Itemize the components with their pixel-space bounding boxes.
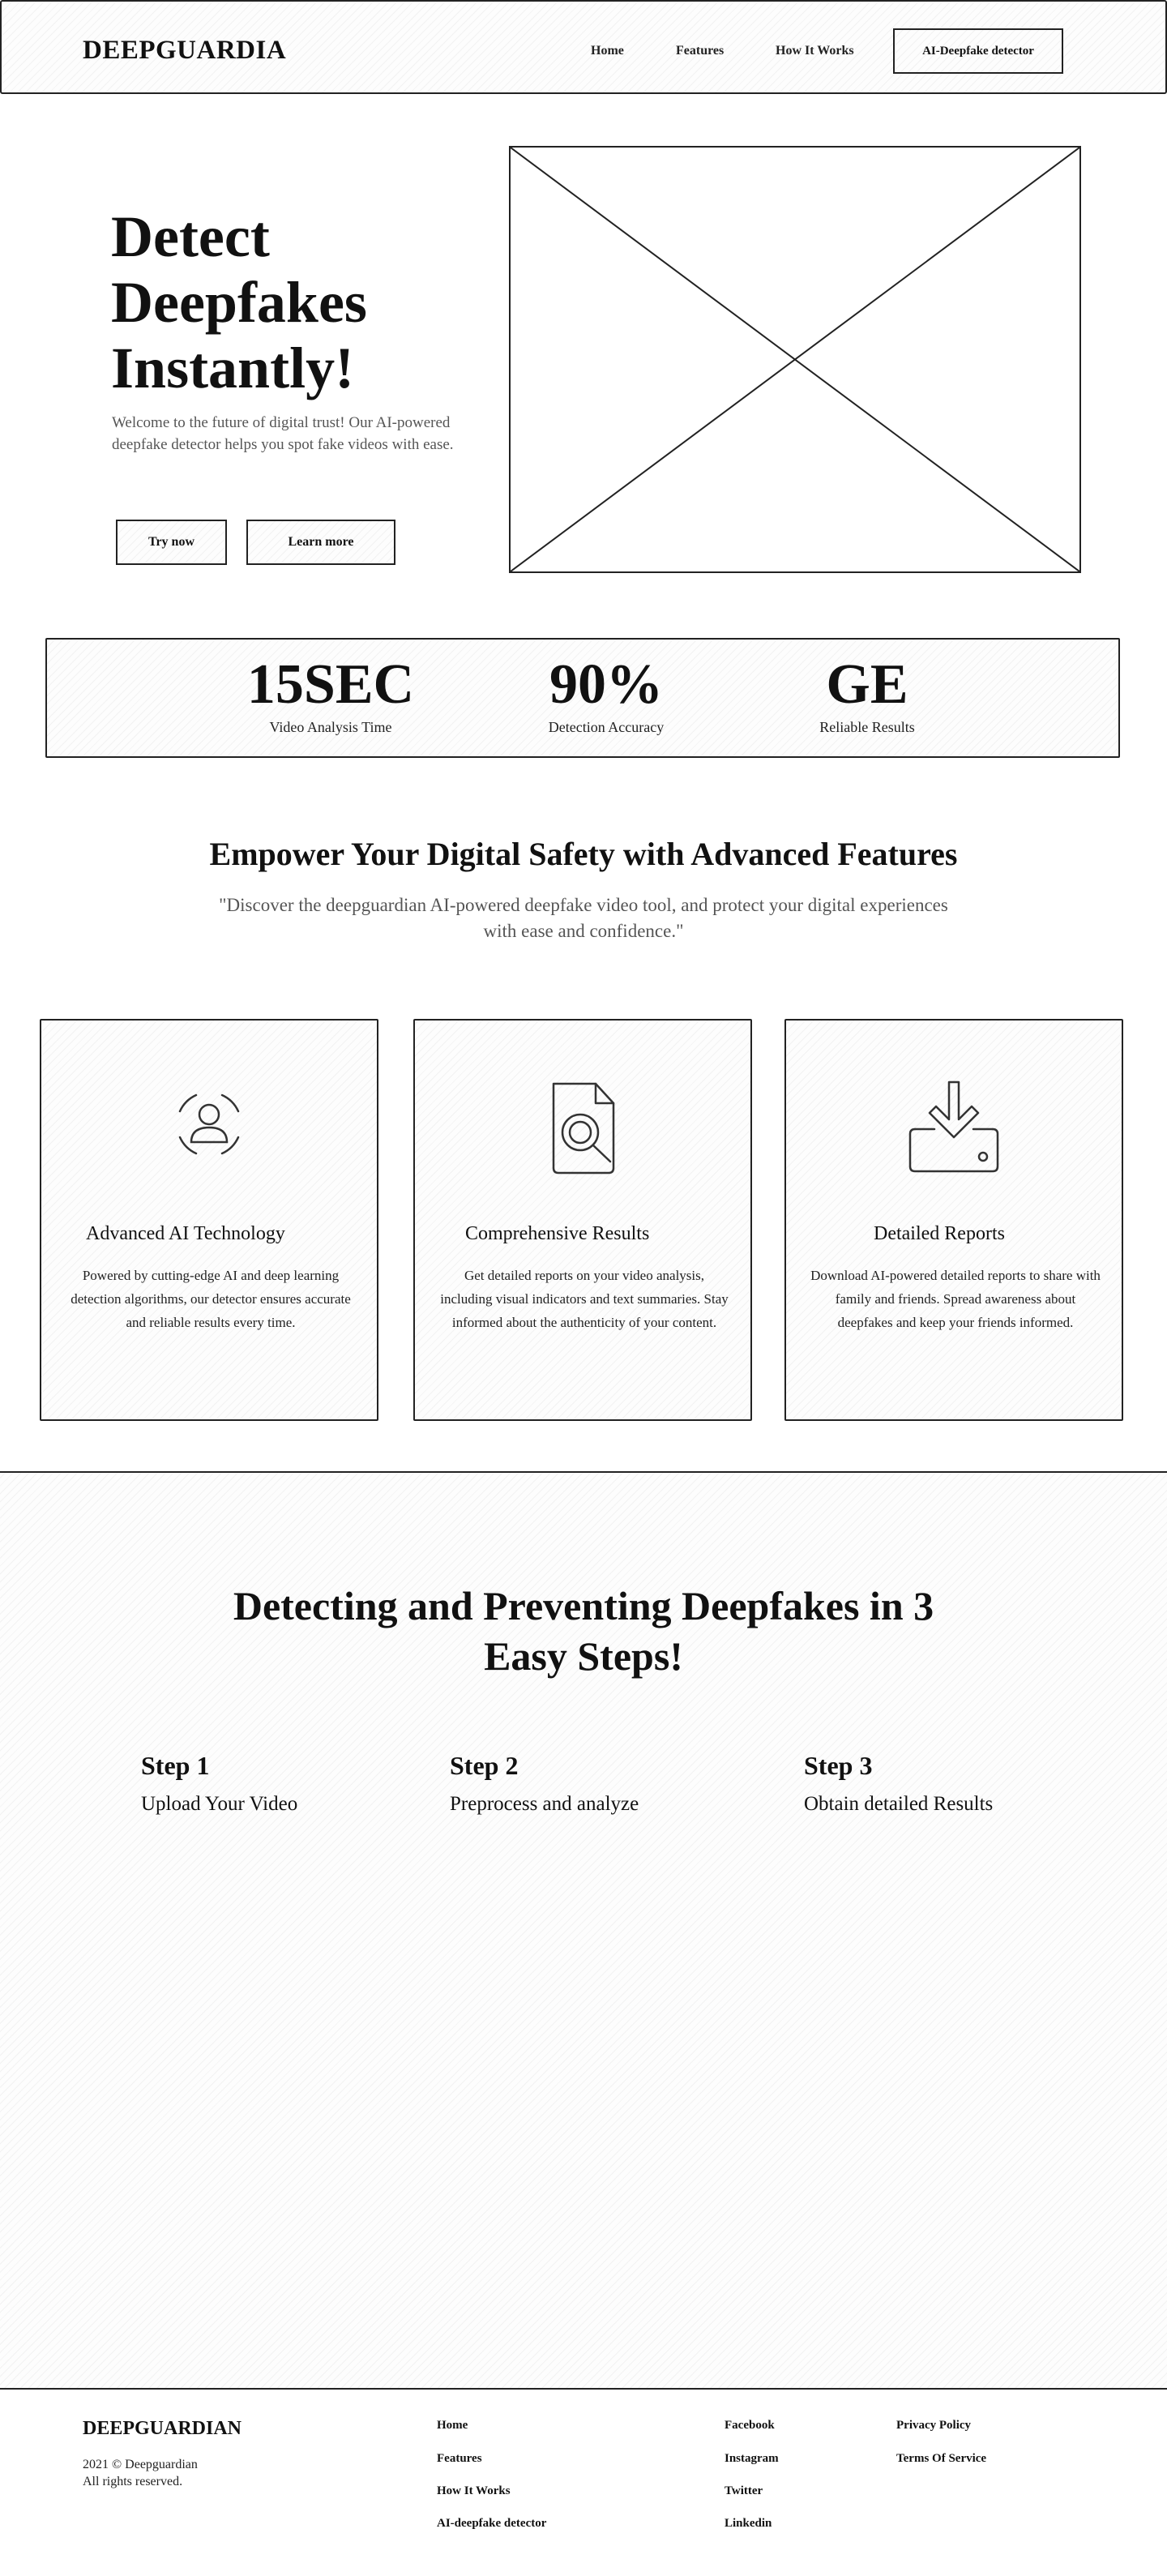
step-3-text: Obtain detailed Results: [804, 1793, 994, 1815]
copyright-line: 2021 © Deepguardian: [83, 2458, 198, 2471]
footer-logo[interactable]: DEEPGUARDIAN: [83, 2418, 242, 2440]
step-1-label: Step 1: [141, 1751, 210, 1780]
feature-card-text: Powered by cutting-edge AI and deep lear…: [71, 1268, 351, 1330]
footer-link-privacy-policy[interactable]: Privacy Policy: [896, 2419, 971, 2433]
hero-title: Detect Deepfakes Instantly!: [111, 204, 367, 400]
features-title: Empower Your Digital Safety with Advance…: [209, 836, 958, 872]
feature-card-comprehensive-results: Comprehensive Results Get detailed repor…: [413, 1019, 752, 1421]
step-2-text: Preprocess and analyze: [450, 1793, 639, 1815]
stat-label: Reliable Results: [819, 719, 915, 735]
nav-link-features[interactable]: Features: [676, 44, 724, 58]
download-icon: [908, 1080, 999, 1173]
stat-reliable-results: GE Reliable Results: [746, 654, 989, 736]
footer-link-how-it-works[interactable]: How It Works: [437, 2484, 511, 2498]
step-3-label: Step 3: [804, 1751, 873, 1780]
footer-link-instagram[interactable]: Instagram: [725, 2452, 779, 2466]
feature-card-title: Detailed Reports: [874, 1223, 1005, 1244]
footer-link-facebook[interactable]: Facebook: [725, 2419, 775, 2433]
footer-link-features[interactable]: Features: [437, 2452, 482, 2466]
step-2-label: Step 2: [450, 1751, 519, 1780]
top-navbar: DEEPGUARDIA Home Features How It Works A…: [0, 0, 1167, 94]
feature-card-text: Download AI-powered detailed reports to …: [810, 1268, 1101, 1330]
stat-label: Detection Accuracy: [548, 719, 665, 735]
feature-card-title: Comprehensive Results: [465, 1223, 650, 1244]
hero-image-placeholder: [509, 146, 1081, 573]
steps-title: Detecting and Preventing Deepfakes in 3 …: [233, 1583, 934, 1679]
ai-user-scan-icon: [178, 1093, 240, 1155]
footer-link-detector[interactable]: AI-deepfake detector: [437, 2517, 546, 2531]
footer-link-terms-of-service[interactable]: Terms Of Service: [896, 2452, 986, 2466]
logo[interactable]: DEEPGUARDIA: [83, 36, 286, 66]
feature-card-ai-technology: Advanced AI Technology Powered by cuttin…: [40, 1019, 378, 1421]
nav-detector-button[interactable]: AI-Deepfake detector: [893, 28, 1063, 74]
hero-description: Welcome to the future of digital trust! …: [112, 414, 454, 453]
feature-card-detailed-reports: Detailed Reports Download AI-powered det…: [784, 1019, 1123, 1421]
stat-value: GE: [826, 653, 908, 716]
stats-banner: 15SEC Video Analysis Time 90% Detection …: [45, 638, 1120, 758]
stat-detection-accuracy: 90% Detection Accuracy: [485, 654, 728, 736]
stat-value: 15SEC: [246, 653, 415, 716]
document-search-icon: [552, 1082, 615, 1175]
feature-card-text: Get detailed reports on your video analy…: [440, 1268, 729, 1330]
image-placeholder-icon: [511, 148, 1079, 571]
learn-more-button[interactable]: Learn more: [246, 520, 395, 565]
try-now-button[interactable]: Try now: [116, 520, 227, 565]
footer-link-twitter[interactable]: Twitter: [725, 2484, 763, 2498]
footer-copyright: 2021 © Deepguardian All rights reserved.: [83, 2456, 198, 2490]
footer-link-home[interactable]: Home: [437, 2419, 468, 2433]
footer-link-linkedin[interactable]: Linkedin: [725, 2517, 772, 2531]
features-subtitle: "Discover the deepguardian AI-powered de…: [219, 895, 948, 941]
step-1-text: Upload Your Video: [141, 1793, 298, 1815]
nav-link-how-it-works[interactable]: How It Works: [776, 44, 854, 58]
feature-card-title: Advanced AI Technology: [86, 1223, 285, 1244]
stat-analysis-time: 15SEC Video Analysis Time: [209, 654, 452, 736]
stat-value: 90%: [549, 653, 663, 716]
nav-link-home[interactable]: Home: [591, 44, 624, 58]
stat-label: Video Analysis Time: [269, 719, 392, 735]
copyright-line: All rights reserved.: [83, 2475, 183, 2488]
